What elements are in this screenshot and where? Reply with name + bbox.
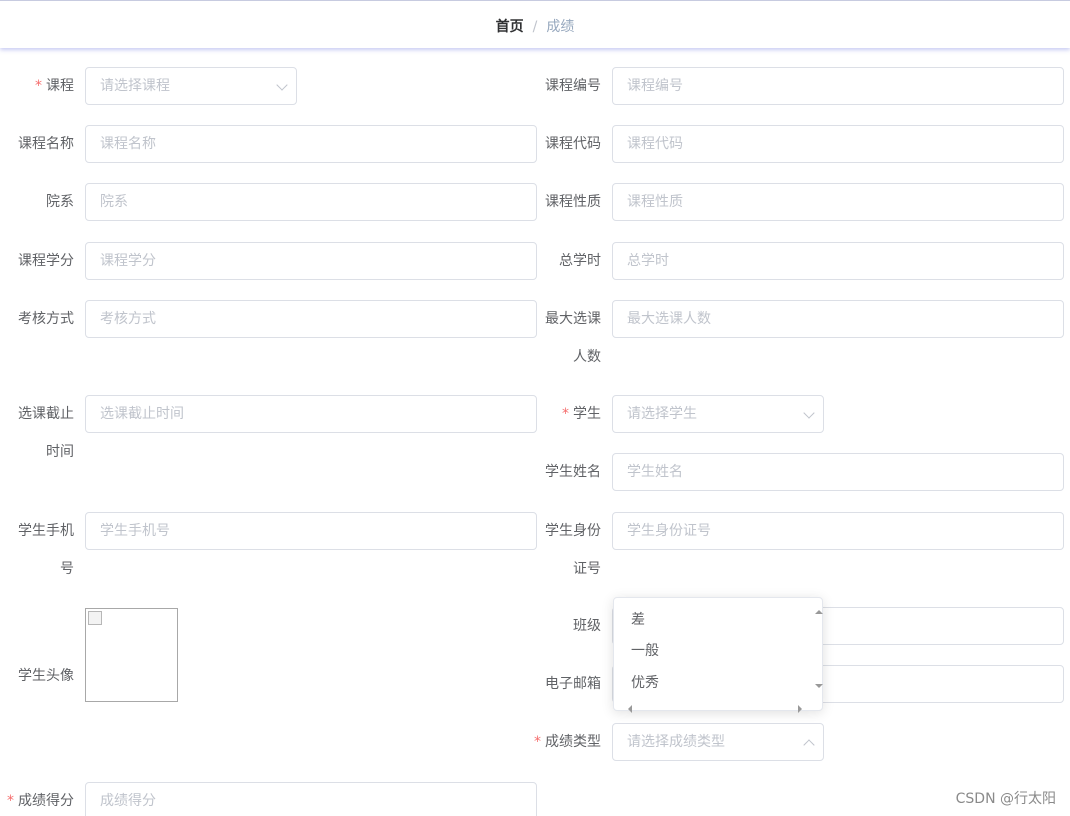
scroll-down-arrow-icon[interactable] [815, 684, 823, 692]
total-hours-input[interactable]: 总学时 [612, 242, 1064, 280]
grade-type-select[interactable]: 请选择成绩类型 [612, 723, 824, 761]
total-hours-label: 总学时 [559, 253, 601, 269]
course-no-label: 课程编号 [545, 78, 601, 94]
score-input[interactable]: 成绩得分 [85, 782, 537, 816]
student-name-label: 学生姓名 [545, 464, 601, 480]
scroll-left-arrow-icon[interactable] [624, 705, 632, 713]
scroll-up-arrow-icon[interactable] [815, 606, 823, 614]
course-no-input[interactable]: 课程编号 [612, 67, 1064, 105]
grade-type-dropdown: 差 一般 优秀 [613, 597, 823, 713]
student-id-input[interactable]: 学生身份证号 [612, 512, 1064, 550]
top-bar: 首页 / 成绩 [0, 0, 1070, 48]
student-id-label: 学生身份 证号 [545, 523, 601, 577]
scroll-right-arrow-icon[interactable] [798, 705, 806, 713]
breadcrumb-separator: / [532, 19, 538, 35]
grade-type-label: * 成绩类型 [534, 734, 601, 750]
grade-option-poor[interactable]: 差 [614, 604, 822, 636]
student-select[interactable]: 请选择学生 [612, 395, 824, 433]
student-label: * 学生 [562, 406, 601, 422]
grade-option-excellent[interactable]: 优秀 [614, 667, 822, 699]
score-label: * 成绩得分 [7, 793, 74, 809]
breadcrumb: 首页 / 成绩 [0, 16, 1070, 36]
breadcrumb-current: 成绩 [546, 19, 575, 35]
chevron-up-icon [803, 739, 815, 751]
max-students-label: 最大选课 人数 [545, 311, 601, 365]
course-code-input[interactable]: 课程代码 [612, 125, 1064, 163]
email-label: 电子邮箱 [545, 676, 601, 692]
course-nature-label: 课程性质 [545, 194, 601, 210]
course-nature-input[interactable]: 课程性质 [612, 183, 1064, 221]
class-label: 班级 [573, 618, 601, 634]
max-students-input[interactable]: 最大选课人数 [612, 300, 1064, 338]
grade-option-average[interactable]: 一般 [614, 635, 822, 667]
breadcrumb-home[interactable]: 首页 [496, 19, 524, 35]
watermark: CSDN @行太阳 [955, 791, 1056, 807]
chevron-down-icon [803, 407, 815, 419]
course-code-label: 课程代码 [545, 136, 601, 152]
student-name-input[interactable]: 学生姓名 [612, 453, 1064, 491]
